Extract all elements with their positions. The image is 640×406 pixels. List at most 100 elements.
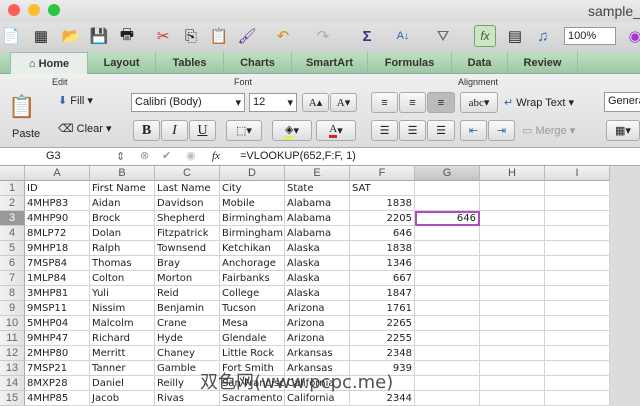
cell[interactable]: Bray	[155, 256, 220, 271]
row-header[interactable]: 15	[0, 391, 25, 406]
cell[interactable]	[545, 346, 610, 361]
select-all-button[interactable]	[0, 166, 25, 181]
row-header[interactable]: 12	[0, 346, 25, 361]
cell[interactable]	[480, 316, 545, 331]
tab-data[interactable]: Data	[452, 52, 508, 74]
redo-icon[interactable]: ↷	[312, 25, 334, 47]
cell[interactable]: Ketchikan	[220, 241, 285, 256]
cell[interactable]	[480, 391, 545, 406]
align-left-button[interactable]: ☰	[371, 120, 398, 141]
cell[interactable]: 3MHP81	[25, 286, 90, 301]
row-header[interactable]: 11	[0, 331, 25, 346]
cell[interactable]	[415, 301, 480, 316]
cell[interactable]: 9MHP18	[25, 241, 90, 256]
align-right-button[interactable]: ☰	[427, 120, 455, 141]
cell[interactable]: Mobile	[220, 196, 285, 211]
row-header[interactable]: 13	[0, 361, 25, 376]
cell[interactable]: Alaska	[285, 286, 350, 301]
cell[interactable]: 1MLP84	[25, 271, 90, 286]
cancel-icon[interactable]: ⊗	[140, 149, 149, 162]
row-header[interactable]: 5	[0, 241, 25, 256]
column-header-d[interactable]: D	[220, 166, 285, 181]
close-button[interactable]	[8, 4, 20, 16]
cell[interactable]: Tanner	[90, 361, 155, 376]
formula-builder-icon[interactable]: fx	[474, 25, 496, 47]
print-icon[interactable]: 🖶	[116, 25, 138, 47]
cell[interactable]: Richard	[90, 331, 155, 346]
cell[interactable]	[480, 376, 545, 391]
cell[interactable]: 5MHP04	[25, 316, 90, 331]
cell[interactable]: Alabama	[285, 196, 350, 211]
cell[interactable]	[415, 346, 480, 361]
cell[interactable]: Alaska	[285, 256, 350, 271]
increase-font-button[interactable]: A▴	[302, 93, 329, 112]
cell[interactable]: Arizona	[285, 331, 350, 346]
cell[interactable]	[415, 316, 480, 331]
cell[interactable]: 1838	[350, 241, 415, 256]
cell[interactable]	[415, 241, 480, 256]
cell[interactable]: 4MHP90	[25, 211, 90, 226]
cut-icon[interactable]: ✂	[152, 25, 174, 47]
gallery-icon[interactable]: ▦	[30, 25, 52, 47]
cell[interactable]: Alabama	[285, 211, 350, 226]
column-header-e[interactable]: E	[285, 166, 350, 181]
cell[interactable]: Arizona	[285, 316, 350, 331]
function-wizard-icon[interactable]: ◉	[186, 149, 196, 162]
cell[interactable]	[480, 331, 545, 346]
row-header[interactable]: 1	[0, 181, 25, 196]
cell[interactable]	[545, 331, 610, 346]
cell[interactable]: Davidson	[155, 196, 220, 211]
cell[interactable]	[480, 181, 545, 196]
column-header-f[interactable]: F	[350, 166, 415, 181]
paste-icon[interactable]: 📋	[8, 94, 35, 120]
minimize-button[interactable]	[28, 4, 40, 16]
cell[interactable]	[415, 331, 480, 346]
cell[interactable]	[545, 226, 610, 241]
copy-icon[interactable]: ⎘	[180, 25, 202, 47]
zoom-button[interactable]	[48, 4, 60, 16]
decrease-indent-button[interactable]: ⇤	[460, 120, 487, 141]
cell[interactable]: City	[220, 181, 285, 196]
cell[interactable]	[415, 271, 480, 286]
cell[interactable]	[480, 241, 545, 256]
cell[interactable]	[415, 286, 480, 301]
cell[interactable]: Birmingham	[220, 226, 285, 241]
cell[interactable]: State	[285, 181, 350, 196]
cell[interactable]: 1847	[350, 286, 415, 301]
row-header[interactable]: 6	[0, 256, 25, 271]
row-header[interactable]: 7	[0, 271, 25, 286]
cell[interactable]	[415, 391, 480, 406]
paste-button[interactable]: Paste	[12, 128, 40, 140]
cell[interactable]: Jacob	[90, 391, 155, 406]
cell[interactable]: Alabama	[285, 226, 350, 241]
sort-icon[interactable]: A↓	[392, 25, 414, 47]
cell[interactable]: Alaska	[285, 271, 350, 286]
open-icon[interactable]: 📂	[60, 25, 82, 47]
cell[interactable]: Shepherd	[155, 211, 220, 226]
tab-review[interactable]: Review	[508, 52, 578, 74]
cell[interactable]: Fairbanks	[220, 271, 285, 286]
name-box[interactable]: G3	[46, 150, 61, 162]
row-header[interactable]: 8	[0, 286, 25, 301]
row-header[interactable]: 4	[0, 226, 25, 241]
text-orientation-button[interactable]: abc ▾	[460, 92, 498, 113]
cell[interactable]: 4MHP85	[25, 391, 90, 406]
column-header-c[interactable]: C	[155, 166, 220, 181]
cell[interactable]: Morton	[155, 271, 220, 286]
borders-button[interactable]: ⬚▾	[226, 120, 262, 141]
cell[interactable]	[545, 361, 610, 376]
cell[interactable]	[415, 226, 480, 241]
tab-home[interactable]: ⌂ Home	[10, 52, 88, 74]
column-header-a[interactable]: A	[25, 166, 90, 181]
cell[interactable]: 7MSP84	[25, 256, 90, 271]
cell[interactable]: Anchorage	[220, 256, 285, 271]
zoom-select[interactable]: 100%	[564, 27, 616, 45]
row-header[interactable]: 14	[0, 376, 25, 391]
cell[interactable]: 7MSP21	[25, 361, 90, 376]
cell[interactable]: Arkansas	[285, 346, 350, 361]
cell[interactable]	[545, 316, 610, 331]
number-format-select[interactable]: General	[604, 92, 640, 112]
media-icon[interactable]: ♫	[532, 25, 554, 47]
decrease-font-button[interactable]: A▾	[330, 93, 357, 112]
row-header[interactable]: 9	[0, 301, 25, 316]
